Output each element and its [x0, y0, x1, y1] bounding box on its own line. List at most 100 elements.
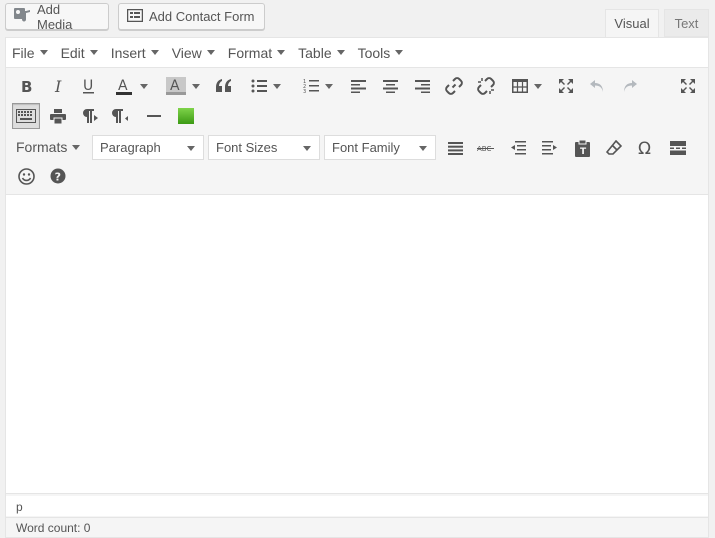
bullet-list-icon: [251, 79, 267, 93]
clipboard-icon: T: [574, 139, 590, 157]
rtl-button[interactable]: [110, 104, 132, 128]
background-color-button[interactable]: A: [162, 74, 204, 98]
menu-table[interactable]: Table: [298, 45, 351, 61]
path-item[interactable]: p: [16, 500, 23, 514]
table-icon: [512, 79, 528, 93]
svg-text:A: A: [170, 78, 180, 94]
outdent-icon: [511, 141, 526, 155]
status-bar: Word count: 0: [6, 517, 708, 537]
emoticons-button[interactable]: [15, 164, 37, 188]
redo-button[interactable]: [618, 74, 640, 98]
editor-content-area[interactable]: [6, 194, 708, 494]
tab-visual[interactable]: Visual: [605, 9, 659, 38]
align-left-button[interactable]: [347, 74, 369, 98]
paste-text-button[interactable]: T: [571, 136, 593, 160]
menu-view[interactable]: View: [172, 45, 222, 61]
print-icon: [50, 108, 66, 124]
eraser-icon: [606, 140, 622, 155]
table-button[interactable]: [507, 74, 547, 98]
svg-text:I: I: [54, 78, 62, 94]
chevron-down-icon: [336, 50, 345, 55]
add-contact-form-label: Add Contact Form: [149, 9, 255, 24]
blockquote-button[interactable]: [213, 74, 235, 98]
tab-text[interactable]: Text: [664, 9, 709, 37]
toolbar-row-4: ?: [6, 161, 708, 191]
menu-format[interactable]: Format: [228, 45, 292, 61]
strikethrough-icon: ABC: [477, 145, 494, 153]
paragraph-select[interactable]: Paragraph: [92, 135, 204, 160]
font-family-select[interactable]: Font Family: [324, 135, 436, 160]
font-sizes-select[interactable]: Font Sizes: [208, 135, 320, 160]
menu-file[interactable]: File: [12, 45, 55, 61]
chevron-down-icon: [325, 83, 333, 89]
italic-button[interactable]: I: [48, 74, 70, 98]
indent-icon: [542, 141, 557, 155]
svg-text:A: A: [118, 78, 128, 94]
add-contact-form-button[interactable]: Add Contact Form: [118, 3, 265, 30]
toolbar-toggle-button[interactable]: [12, 103, 40, 129]
menu-edit[interactable]: Edit: [61, 45, 105, 61]
word-count: Word count: 0: [16, 521, 91, 535]
bullet-list-button[interactable]: [246, 74, 286, 98]
green-square-icon: [178, 108, 194, 124]
outdent-button[interactable]: [507, 136, 529, 160]
link-icon: [445, 77, 463, 95]
add-media-button[interactable]: Add Media: [5, 1, 109, 32]
align-center-button[interactable]: [379, 74, 401, 98]
undo-icon: [590, 80, 603, 92]
insert-link-button[interactable]: [443, 74, 465, 98]
numbered-list-button[interactable]: 123: [298, 74, 338, 98]
fullscreen-icon: [681, 79, 695, 93]
chevron-down-icon: [187, 146, 195, 151]
print-button[interactable]: [47, 104, 69, 128]
underline-button[interactable]: U: [78, 74, 100, 98]
background-color-icon: A: [166, 77, 186, 95]
clear-formatting-button[interactable]: [603, 136, 625, 160]
indent-button[interactable]: [539, 136, 561, 160]
undo-button[interactable]: [587, 74, 609, 98]
chevron-down-icon: [534, 83, 542, 89]
align-right-button[interactable]: [411, 74, 433, 98]
remove-link-button[interactable]: [475, 74, 497, 98]
help-button[interactable]: ?: [47, 164, 69, 188]
italic-icon: I: [54, 78, 62, 94]
add-media-label: Add Media: [37, 1, 73, 32]
chevron-down-icon: [192, 83, 200, 89]
media-icon: [14, 7, 31, 26]
special-character-button[interactable]: Ω: [635, 136, 657, 160]
svg-text:Ω: Ω: [638, 140, 651, 156]
align-left-icon: [350, 79, 366, 93]
element-path: p: [6, 496, 708, 516]
align-center-icon: [382, 79, 398, 93]
green-square-button[interactable]: [175, 104, 197, 128]
bold-button[interactable]: B: [16, 74, 38, 98]
toolbar-row-3: Formats Paragraph Font Sizes Font Family…: [6, 131, 708, 163]
chevron-down-icon: [89, 50, 98, 55]
menubar: File Edit Insert View Format Table Tools: [6, 38, 708, 68]
ltr-button[interactable]: [78, 104, 100, 128]
keyboard-icon: [16, 109, 36, 123]
menu-insert[interactable]: Insert: [111, 45, 166, 61]
justify-icon: [447, 141, 463, 155]
text-color-button[interactable]: A: [110, 74, 152, 98]
fullscreen-button[interactable]: [677, 74, 699, 98]
svg-text:T: T: [580, 147, 587, 157]
align-right-icon: [414, 79, 430, 93]
formats-menu[interactable]: Formats: [16, 139, 81, 155]
chevron-down-icon: [273, 83, 281, 89]
menu-tools[interactable]: Tools: [358, 45, 411, 61]
svg-text:U: U: [83, 78, 93, 94]
chevron-down-icon: [140, 83, 148, 89]
justify-button[interactable]: [444, 136, 466, 160]
paragraph-ltr-icon: [83, 109, 98, 123]
chevron-down-icon: [277, 50, 286, 55]
smiley-icon: [17, 167, 35, 185]
text-color-icon: A: [116, 78, 132, 95]
strikethrough-button[interactable]: ABC: [475, 136, 497, 160]
horizontal-line-button[interactable]: [143, 104, 165, 128]
redo-icon: [624, 80, 637, 92]
toolbar-row-1: B I U A A 123: [6, 71, 708, 101]
paragraph-rtl-icon: [112, 109, 128, 123]
read-more-button[interactable]: [667, 136, 689, 160]
distraction-free-button[interactable]: [555, 74, 577, 98]
